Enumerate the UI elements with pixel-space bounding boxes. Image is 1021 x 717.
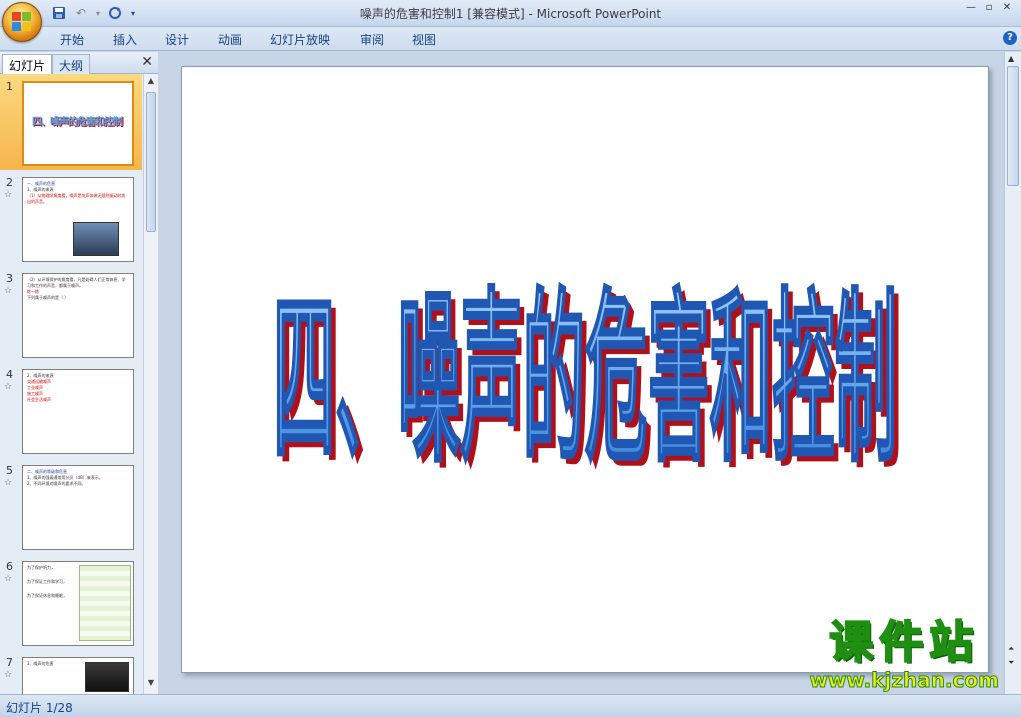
thumbnail-number: 1: [6, 80, 13, 93]
window-controls: — ▫ ✕: [963, 2, 1015, 14]
thumbnail-table: [79, 565, 131, 641]
thumb-line: 为了保证工作和学习，: [27, 579, 67, 584]
thumb-line: （1）从物理学角度看，噪声是发声体做无规则振动时发出的声音。: [27, 193, 126, 204]
scroll-down-icon[interactable]: ▼: [145, 678, 157, 692]
scroll-thumb[interactable]: [1007, 66, 1019, 186]
thumbnail-2[interactable]: 2 ☆ 一、噪声的危害 1、噪声的来源 （1）从物理学角度看，噪声是发声体做无规…: [0, 170, 142, 266]
tab-home[interactable]: 开始: [60, 31, 84, 48]
thumb-line: 社会生活噪声: [27, 397, 51, 402]
animation-star-icon: ☆: [4, 574, 13, 584]
editor-scrollbar[interactable]: ▲ ⏶ ⏷: [1004, 52, 1021, 694]
slide-editor: 四、噪声的危害和控制 四、噪声的危害和控制 ▲ ⏶ ⏷: [159, 52, 1021, 694]
slide-counter: 幻灯片 1/28: [6, 701, 73, 715]
watermark-url: www.kjzhan.com: [809, 668, 1000, 692]
tab-insert[interactable]: 插入: [113, 31, 137, 48]
thumb-line: （2）从环境保护的角度看，凡是妨碍人们正常休息、学习和工作的声音，都属于噪声。: [27, 277, 126, 288]
thumbnail-photo: [73, 222, 119, 256]
thumbnail-4[interactable]: 4 ☆ 2、噪声的来源 交通运输噪声 工业噪声 施工噪声 社会生活噪声: [0, 362, 142, 458]
scroll-up-icon[interactable]: ▲: [145, 76, 157, 90]
animation-star-icon: ☆: [4, 190, 13, 200]
thumbnail-1[interactable]: 1 四、噪声的危害和控制: [0, 74, 142, 170]
thumbnail-5[interactable]: 5 ☆ 二、噪声的等级和危害 1、噪声的强弱通常用分贝（dB）来表示。 2、不同…: [0, 458, 142, 554]
animation-star-icon: ☆: [4, 478, 13, 488]
restore-icon[interactable]: ▫: [981, 2, 997, 14]
thumbnail-photo: [85, 662, 129, 692]
thumb-line: 为了保证休息和睡眠，: [27, 593, 67, 598]
animation-star-icon: ☆: [4, 286, 13, 296]
thumbnail-image: （2）从环境保护的角度看，凡是妨碍人们正常休息、学习和工作的声音，都属于噪声。 …: [22, 273, 134, 358]
thumbnail-6[interactable]: 6 ☆ 为了保护听力， 为了保证工作和学习， 为了保证休息和睡眠，: [0, 554, 142, 650]
status-bar: 幻灯片 1/28: [0, 694, 1021, 717]
tab-slideshow[interactable]: 幻灯片放映: [270, 31, 330, 48]
tab-animation[interactable]: 动画: [218, 31, 242, 48]
tab-design[interactable]: 设计: [165, 31, 189, 48]
thumbnail-number: 2: [6, 176, 13, 189]
animation-star-icon: ☆: [4, 382, 13, 392]
scroll-thumb[interactable]: [146, 92, 156, 232]
thumbnail-7[interactable]: 7 ☆ 3、噪声的危害: [0, 650, 142, 694]
thumb-line: 2、不同环境对噪声的要求不同。: [27, 481, 86, 486]
thumbnail-title: 四、噪声的危害和控制: [32, 117, 123, 128]
thumbnail-image: 2、噪声的来源 交通运输噪声 工业噪声 施工噪声 社会生活噪声: [22, 369, 134, 454]
close-pane-icon[interactable]: ✕: [141, 54, 153, 70]
thumbnail-image: 为了保护听力， 为了保证工作和学习， 为了保证休息和睡眠，: [22, 561, 134, 646]
minimize-icon[interactable]: —: [963, 2, 979, 14]
help-icon[interactable]: ?: [1003, 31, 1017, 45]
office-logo-icon: [12, 12, 32, 32]
thumbnail-number: 6: [6, 560, 13, 573]
window-title: 噪声的危害和控制1 [兼容模式] - Microsoft PowerPoint: [359, 7, 662, 21]
ribbon-tabs: 开始 插入 设计 动画 幻灯片放映 审阅 视图 ?: [0, 27, 1021, 51]
thumbnail-image: 四、噪声的危害和控制: [22, 81, 134, 166]
next-slide-icon[interactable]: ⏷: [1008, 658, 1014, 668]
tab-view[interactable]: 视图: [412, 31, 436, 48]
thumbnail-image: 一、噪声的危害 1、噪声的来源 （1）从物理学角度看，噪声是发声体做无规则振动时…: [22, 177, 134, 262]
thumbnail-list: 1 四、噪声的危害和控制 2 ☆ 一、噪声的危害 1、噪声的来源 （1）从物理学…: [0, 74, 142, 694]
thumbnail-number: 7: [6, 656, 13, 669]
thumbnail-image: 3、噪声的危害: [22, 657, 134, 694]
close-icon[interactable]: ✕: [999, 2, 1015, 14]
office-button[interactable]: [2, 2, 42, 42]
thumb-line: 为了保护听力，: [27, 565, 55, 570]
thumbnail-image: 二、噪声的等级和危害 1、噪声的强弱通常用分贝（dB）来表示。 2、不同环境对噪…: [22, 465, 134, 550]
watermark: 课件站 www.kjzhan.com: [809, 616, 1000, 692]
tab-slides[interactable]: 幻灯片: [2, 54, 53, 74]
thumbnail-number: 3: [6, 272, 13, 285]
pane-tabs: 幻灯片 大纲 ✕: [0, 52, 158, 74]
tab-review[interactable]: 审阅: [360, 31, 384, 48]
slide-title-art: 四、噪声的危害和控制 四、噪声的危害和控制: [272, 271, 902, 494]
thumb-line: 下列属于噪声的是（ ）: [27, 295, 69, 300]
slide-title: 四、噪声的危害和控制: [273, 273, 897, 488]
thumbnail-number: 5: [6, 464, 13, 477]
thumbnail-scrollbar[interactable]: ▲ ▼: [143, 74, 158, 694]
thumbnail-3[interactable]: 3 ☆ （2）从环境保护的角度看，凡是妨碍人们正常休息、学习和工作的声音，都属于…: [0, 266, 142, 362]
thumbnail-number: 4: [6, 368, 13, 381]
tab-outline[interactable]: 大纲: [52, 54, 91, 74]
watermark-logo: 课件站: [828, 616, 980, 669]
current-slide[interactable]: 四、噪声的危害和控制 四、噪声的危害和控制: [181, 66, 989, 673]
title-bar: ↶ ▾ ▾ 噪声的危害和控制1 [兼容模式] - Microsoft Power…: [0, 0, 1021, 27]
animation-star-icon: ☆: [4, 670, 13, 680]
slides-pane: 幻灯片 大纲 ✕ 1 四、噪声的危害和控制 2 ☆ 一、噪声的危害 1、噪声的来…: [0, 52, 158, 694]
prev-slide-icon[interactable]: ⏶: [1008, 644, 1014, 654]
scroll-up-icon[interactable]: ▲: [1008, 54, 1014, 63]
